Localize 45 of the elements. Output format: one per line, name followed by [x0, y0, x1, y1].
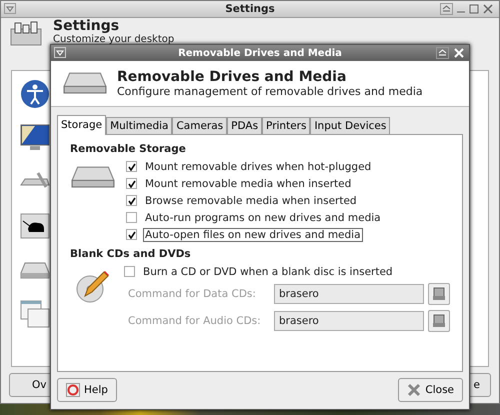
dialog-button[interactable]: Help	[57, 378, 117, 402]
checkbox-label[interactable]: Auto-open files on new drives and media	[143, 228, 363, 242]
command-label: Command for Data CDs:	[127, 288, 257, 300]
header-subtitle: Customize your desktop	[53, 34, 174, 44]
settings-icon	[9, 18, 43, 48]
checkbox-label[interactable]: Burn a CD or DVD when a blank disc is inserted	[141, 264, 395, 278]
checkbox[interactable]	[126, 229, 137, 240]
dialog-button[interactable]: Close	[398, 378, 463, 402]
header-title: Settings	[53, 18, 120, 34]
window-buttons-icon[interactable]	[436, 47, 466, 59]
tab[interactable]: Cameras	[172, 117, 228, 134]
tab[interactable]: Multimedia	[106, 117, 172, 134]
lifebuoy-icon	[66, 383, 80, 397]
drive-icon	[71, 165, 115, 190]
browse-button[interactable]	[428, 310, 450, 332]
checkbox-label[interactable]: Auto-run programs on new drives and media	[143, 210, 383, 224]
drive-icon	[63, 71, 107, 96]
checkbox[interactable]	[126, 195, 137, 206]
checkbox[interactable]	[126, 212, 137, 223]
checkbox-label[interactable]: Mount removable media when inserted	[143, 176, 354, 190]
checkbox[interactable]	[126, 161, 137, 172]
window-title: Settings	[225, 2, 275, 15]
window-menu-icon[interactable]	[4, 3, 16, 14]
header-subtitle: Configure management of removable drives and media	[117, 85, 423, 98]
header-title: Removable Drives and Media	[117, 69, 348, 85]
browse-button[interactable]	[428, 282, 450, 304]
checkbox-label[interactable]: Browse removable media when inserted	[143, 194, 359, 208]
section-heading: Removable Storage	[70, 143, 187, 155]
tab[interactable]: Input Devices	[310, 117, 390, 134]
checkbox-label[interactable]: Mount removable drives when hot-plugged	[143, 160, 374, 174]
tab[interactable]: PDAs	[227, 117, 262, 134]
tab[interactable]: Storage	[57, 115, 106, 135]
mouse-icon[interactable]	[20, 210, 50, 241]
checkbox[interactable]	[124, 266, 135, 277]
section-heading: Blank CDs and DVDs	[70, 248, 192, 260]
tab[interactable]: Printers	[262, 117, 310, 134]
monitor-icon[interactable]	[20, 122, 50, 153]
command-label: Command for Audio CDs:	[127, 314, 262, 326]
accessibility-icon[interactable]	[20, 78, 50, 109]
windows-icon[interactable]	[20, 298, 50, 329]
checkbox[interactable]	[126, 178, 137, 189]
close-icon	[407, 383, 422, 397]
disc-pencil-icon	[75, 270, 109, 304]
window-menu-icon[interactable]	[54, 47, 66, 58]
dialog-title: Removable Drives and Media	[178, 48, 342, 58]
